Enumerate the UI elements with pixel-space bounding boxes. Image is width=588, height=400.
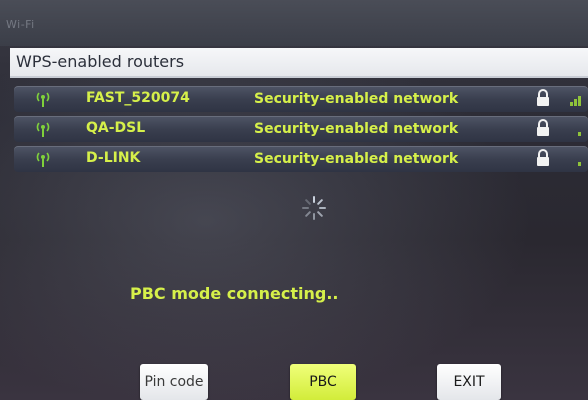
network-row-d-link[interactable]: D-LINK Security-enabled network — [14, 146, 588, 172]
network-list: FAST_520074 Security-enabled network QA-… — [14, 86, 588, 176]
wifi-title: Wi-Fi — [6, 18, 35, 31]
lock-icon — [537, 149, 549, 166]
connection-status: PBC mode connecting.. — [130, 284, 339, 303]
network-security: Security-enabled network — [254, 151, 459, 167]
network-row-fast[interactable]: FAST_520074 Security-enabled network — [14, 86, 588, 112]
wps-screen: Wi-Fi WPS-enabled routers FAST_520074 Se… — [0, 0, 588, 400]
exit-button[interactable]: EXIT — [437, 364, 501, 400]
pbc-button[interactable]: PBC — [290, 364, 356, 400]
network-security: Security-enabled network — [254, 91, 459, 107]
loading-spinner-icon — [302, 196, 326, 220]
network-row-qa-dsl[interactable]: QA-DSL Security-enabled network — [14, 116, 588, 142]
top-bar: Wi-Fi — [0, 0, 588, 46]
network-security: Security-enabled network — [254, 121, 459, 137]
lock-icon — [537, 89, 549, 106]
signal-strength-icon — [578, 162, 581, 166]
wifi-signal-icon — [36, 152, 50, 167]
network-ssid: QA-DSL — [86, 120, 146, 136]
section-header: WPS-enabled routers — [10, 48, 588, 78]
pin-code-button[interactable]: Pin code — [140, 364, 208, 400]
network-ssid: D-LINK — [86, 150, 141, 166]
wifi-signal-icon — [36, 122, 50, 137]
lock-icon — [537, 119, 549, 136]
section-title: WPS-enabled routers — [16, 52, 185, 71]
wifi-signal-icon — [36, 92, 50, 107]
signal-strength-icon — [570, 96, 581, 106]
signal-strength-icon — [578, 132, 581, 136]
network-ssid: FAST_520074 — [86, 90, 190, 106]
